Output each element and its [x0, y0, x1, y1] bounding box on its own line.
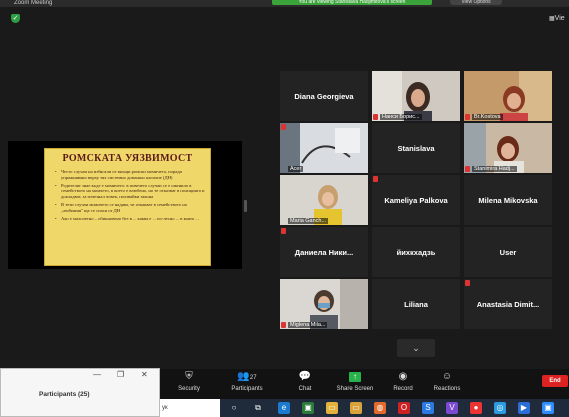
slide-title: РОМСКАТА УЯЗВИМОСТ — [62, 153, 193, 164]
participant-tile[interactable]: Maria Ganch... — [280, 175, 368, 225]
participant-tile[interactable]: Diana Georgieva — [280, 71, 368, 121]
task-view-circle-icon[interactable]: ○ — [228, 402, 240, 414]
participant-name: Kameliya Palkova — [384, 195, 448, 205]
chat-button[interactable]: 💬 Chat — [279, 371, 331, 392]
zoom-meeting-icon[interactable]: ▣ — [542, 402, 554, 414]
close-icon[interactable]: ✕ — [141, 370, 148, 379]
participant-tile[interactable]: Kameliya Palkova — [372, 175, 460, 225]
emoji-plus-icon: ☺ — [441, 371, 453, 382]
restore-icon[interactable]: ❐ — [117, 370, 124, 379]
participant-name: Anastasia Dimit... — [476, 299, 540, 309]
task-view-icon[interactable]: ⧉ — [252, 402, 264, 414]
participant-label: Нанси Борис... — [380, 114, 422, 120]
participant-label: Stanimira Hadj... — [472, 166, 517, 172]
participant-tile[interactable]: Даниела Ники... — [280, 227, 368, 277]
participant-name: Даниела Ники... — [294, 247, 354, 257]
taskbar-search-box[interactable]: ук — [160, 399, 220, 417]
zoom-app-icon[interactable]: ▶ — [518, 402, 530, 414]
end-meeting-button[interactable]: End — [542, 375, 568, 387]
presentation-slide: РОМСКАТА УЯЗВИМОСТ Често случаи на избяг… — [44, 148, 211, 266]
participant-label: Br.Kostova — [472, 114, 503, 120]
chrome-icon[interactable]: ◎ — [494, 402, 506, 414]
muted-mic-icon — [281, 124, 286, 130]
participant-name: Liliana — [404, 299, 428, 309]
shield-icon[interactable]: ✓ — [11, 14, 20, 23]
view-options-button[interactable]: View Options — [450, 0, 502, 5]
viber-icon[interactable]: V — [446, 402, 458, 414]
shared-screen[interactable]: РОМСКАТА УЯЗВИМОСТ Често случаи на избяг… — [8, 141, 242, 269]
window-title: Zoom Meeting — [14, 0, 53, 6]
active-speaker-tile[interactable]: Stanimira Hadj... — [464, 123, 552, 173]
participant-label: Miglena Mila... — [288, 322, 328, 328]
slide-bullet: Родителят знае къде е момичето: в повече… — [55, 183, 205, 200]
windows-taskbar: ук ○ ⧉ e ▣ ▭ ▭ ◍ O S V ● ◎ ▶ ▣ — [160, 399, 569, 417]
shield-icon: ⛨ — [185, 371, 193, 382]
security-button[interactable]: ⛨ Security — [163, 371, 215, 392]
share-screen-icon: ↑ — [329, 371, 381, 383]
participant-tile[interactable]: Anastasia Dimit... — [464, 279, 552, 329]
chat-bubble-icon: 💬 — [298, 371, 312, 382]
skype-icon[interactable]: S — [422, 402, 434, 414]
participant-tile[interactable]: Acer — [280, 123, 368, 173]
participant-label: Acer — [288, 166, 304, 172]
muted-mic-icon — [373, 114, 378, 120]
participant-tile[interactable]: йихкхадзь — [372, 227, 460, 277]
participant-tile[interactable]: Miglena Mila... — [280, 279, 368, 329]
slide-bullet: В тези случаи момичето се надява, че отк… — [55, 202, 205, 214]
participant-label: Maria Ganch... — [288, 218, 329, 224]
participants-icon: 👥27 — [237, 371, 257, 382]
chevron-down-icon: ⌄ — [412, 343, 420, 353]
participant-name: Milena Mikovska — [478, 195, 538, 205]
muted-mic-icon — [281, 322, 286, 328]
meeting-area: ✓ ▦Vie РОМСКАТА УЯЗВИМОСТ Често случаи н… — [0, 7, 569, 369]
slide-body: Често случаи на избягали от вкъщи ромски… — [55, 169, 205, 223]
participants-button[interactable]: 👥27 Participants — [221, 371, 273, 392]
participant-tile[interactable]: Milena Mikovska — [464, 175, 552, 225]
participant-name: User — [499, 247, 517, 257]
participant-tile[interactable]: Br.Kostova — [464, 71, 552, 121]
firefox-icon[interactable]: ◍ — [374, 402, 386, 414]
scroll-down-button[interactable]: ⌄ — [397, 339, 435, 357]
share-screen-button[interactable]: ↑ Share Screen — [329, 371, 381, 392]
screen-share-banner: You are viewing Stanislava Hadjimitova's… — [272, 0, 432, 5]
muted-mic-icon — [465, 166, 470, 172]
folder-icon[interactable]: ▭ — [350, 402, 362, 414]
view-button[interactable]: ▦Vie — [549, 15, 565, 22]
file-explorer-icon[interactable]: ▭ — [326, 402, 338, 414]
participant-name: йихкхадзь — [396, 247, 436, 257]
muted-mic-icon — [465, 114, 470, 120]
reactions-button[interactable]: ☺ Reactions — [421, 371, 473, 392]
minimize-icon[interactable]: — — [93, 370, 101, 379]
participant-tile[interactable]: Нанси Борис... — [372, 71, 460, 121]
participant-tile[interactable]: Liliana — [372, 279, 460, 329]
opera-icon[interactable]: O — [398, 402, 410, 414]
edge-browser-icon[interactable]: e — [278, 402, 290, 414]
participants-panel: — ❐ ✕ Participants (25) — [0, 368, 160, 417]
participant-name: Stanislava — [397, 143, 435, 153]
participant-tile[interactable]: Stanislava — [372, 123, 460, 173]
participant-name: Diana Georgieva — [294, 91, 354, 101]
panel-splitter-handle[interactable] — [244, 200, 247, 212]
participant-tile[interactable]: User — [464, 227, 552, 277]
slide-bullet: Ако е малолетно – обикновено без в ... к… — [55, 216, 205, 222]
participants-count: 27 — [249, 375, 257, 381]
app-icon[interactable]: ● — [470, 402, 482, 414]
slide-bullet: Често случаи на избягали от вкъщи ромски… — [55, 169, 205, 181]
participants-panel-title: Participants (25) — [39, 391, 90, 398]
store-icon[interactable]: ▣ — [302, 402, 314, 414]
